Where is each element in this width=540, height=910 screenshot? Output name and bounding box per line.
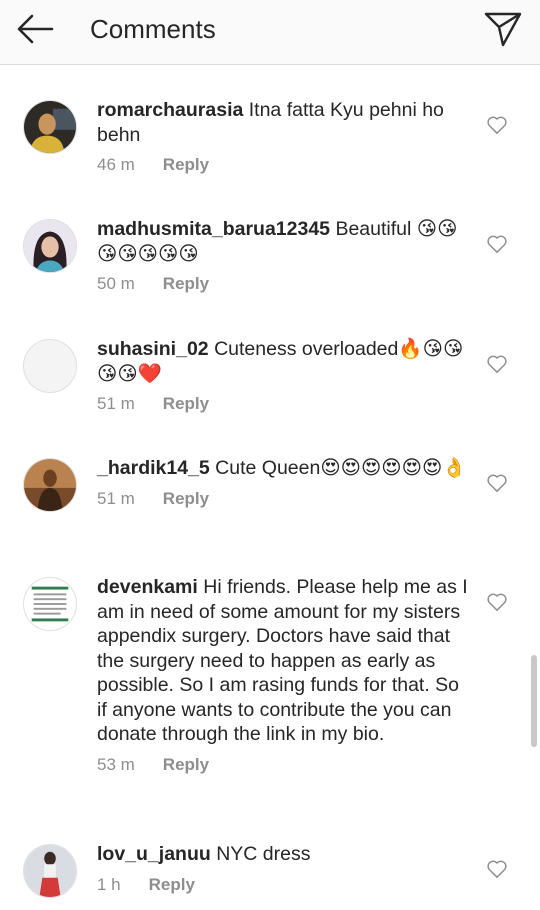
comment-list[interactable]: romarchaurasia Itna fatta Kyu pehni ho b… [0, 65, 540, 910]
comment-text: suhasini_02 Cuteness overloaded🔥😘😘😘😘❤️ [97, 337, 469, 386]
comment-time: 53 m [97, 754, 135, 774]
avatar[interactable] [23, 844, 77, 898]
comment-time: 51 m [97, 394, 135, 413]
comment-time: 1 h [97, 874, 121, 894]
avatar[interactable] [23, 458, 77, 512]
like-heart-icon[interactable] [486, 234, 508, 254]
comment-username[interactable]: lov_u_januu [97, 843, 211, 865]
reply-button[interactable]: Reply [163, 274, 209, 293]
like-heart-icon[interactable] [486, 859, 508, 879]
comment-time: 50 m [97, 274, 135, 293]
comment-text: madhusmita_barua12345 Beautiful 😘😘😘😘😘😘😘 [97, 217, 469, 266]
like-heart-icon[interactable] [486, 473, 508, 493]
like-heart-icon[interactable] [486, 354, 508, 374]
avatar[interactable] [23, 100, 77, 154]
comment-username[interactable]: _hardik14_5 [97, 457, 210, 479]
reply-button[interactable]: Reply [163, 394, 209, 413]
comment-body: NYC dress [216, 843, 311, 865]
page-title: Comments [90, 14, 216, 44]
top-bar: Comments [0, 0, 540, 65]
comment-text: lov_u_januu NYC dress [97, 842, 469, 867]
reply-button[interactable]: Reply [163, 155, 209, 174]
reply-button[interactable]: Reply [163, 489, 209, 508]
comment-meta: 50 m Reply [97, 274, 469, 294]
comment-body: Cute Queen😍😍😍😍😍😍👌 [215, 457, 467, 479]
comment-meta: 51 m Reply [97, 394, 469, 414]
avatar-photo [24, 845, 76, 897]
comment-username[interactable]: madhusmita_barua12345 [97, 218, 330, 240]
comment-body: Hi friends. Please help me as I am in ne… [97, 576, 468, 745]
reply-button[interactable]: Reply [163, 755, 209, 774]
comment-username[interactable]: suhasini_02 [97, 338, 209, 360]
avatar-photo [24, 220, 76, 272]
comment-text: _hardik14_5 Cute Queen😍😍😍😍😍😍👌 [97, 456, 469, 481]
comment-time: 51 m [97, 488, 135, 508]
comment-time: 46 m [97, 155, 135, 174]
back-arrow-icon [17, 14, 54, 44]
comment-meta: 51 m Reply [97, 489, 469, 509]
comment-username[interactable]: devenkami [97, 576, 198, 598]
avatar-photo [24, 101, 76, 153]
comment-meta: 1 h Reply [97, 875, 469, 895]
like-heart-icon[interactable] [486, 592, 508, 612]
direct-send-icon [484, 12, 522, 47]
comment-text: romarchaurasia Itna fatta Kyu pehni ho b… [97, 98, 469, 147]
comment-username[interactable]: romarchaurasia [97, 99, 243, 121]
comment-meta: 53 m Reply [97, 755, 469, 775]
avatar[interactable] [23, 339, 77, 393]
avatar-photo [24, 578, 76, 630]
direct-message-button[interactable] [482, 10, 524, 48]
like-heart-icon[interactable] [486, 115, 508, 135]
avatar-photo [24, 459, 76, 511]
reply-button[interactable]: Reply [149, 875, 195, 894]
avatar[interactable] [23, 219, 77, 273]
back-button[interactable] [14, 10, 58, 50]
avatar[interactable] [23, 577, 77, 631]
comment-text: devenkami Hi friends. Please help me as … [97, 575, 469, 747]
scrollbar[interactable] [531, 655, 537, 747]
comment-meta: 46 m Reply [97, 155, 469, 175]
